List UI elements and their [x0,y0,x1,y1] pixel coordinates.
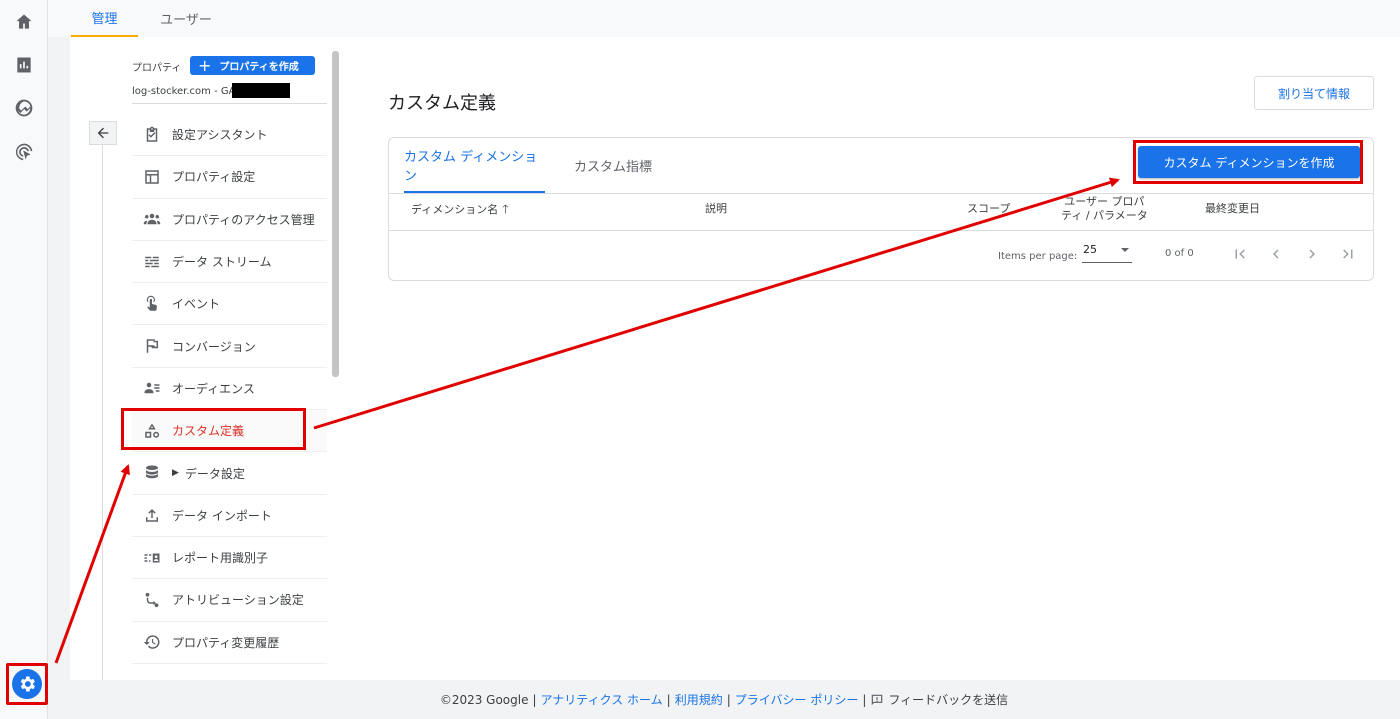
nav-item-events[interactable]: イベント [132,283,327,326]
footer: ©2023 Google | アナリティクス ホーム | 利用規約 | プライバ… [48,680,1400,719]
nav-item-conversions[interactable]: コンバージョン [132,325,327,368]
property-column: プロパティ + プロパティを作成 log-stocker.com - GA4 設… [70,37,340,680]
nav-item-setup-assistant[interactable]: 設定アシスタント [132,114,327,157]
advertising-icon[interactable] [12,140,36,164]
nav-item-data-import[interactable]: データ インポート [132,495,327,537]
attribution-icon [132,591,168,609]
page-range: 0 of 0 [1165,248,1194,259]
tab-custom-dimensions[interactable]: カスタム ディメンション [404,138,545,193]
nav-item-label: データ インポート [172,508,272,523]
property-nav: 設定アシスタント プロパティ設定 プロパティのアクセス管理 データ ストリーム … [132,114,327,664]
annotation-box-create-dimension [1133,140,1363,184]
items-per-page-select[interactable]: 25 [1082,243,1132,263]
explore-icon[interactable] [12,96,36,120]
terms-link[interactable]: 利用規約 [675,691,723,708]
tab-custom-metrics[interactable]: カスタム指標 [574,138,652,193]
analytics-home-link[interactable]: アナリティクス ホーム [541,691,663,708]
column-header-scope: スコープ [967,202,1011,215]
divider [132,103,327,104]
footer-separator: | [862,692,867,707]
next-page-icon[interactable] [1302,244,1322,264]
create-property-label: プロパティを作成 [219,62,299,73]
nav-item-label: 設定アシスタント [172,128,268,143]
property-label: プロパティ [132,63,182,74]
column-header-label: ディメンション名 [411,203,499,216]
feedback-link[interactable]: フィードバックを送信 [888,691,1008,708]
database-icon [132,464,168,482]
top-tab-bar: 管理 ユーザー [48,0,1400,37]
tab-admin[interactable]: 管理 [71,0,138,37]
home-icon[interactable] [12,10,36,34]
page-title: カスタム定義 [388,93,496,114]
divider [389,230,1373,231]
nav-item-audiences[interactable]: オーディエンス [132,368,327,411]
previous-page-icon[interactable] [1266,244,1286,264]
property-name[interactable]: log-stocker.com - GA4 [132,86,242,97]
column-header-line: ティ / パラメータ [1061,209,1148,222]
assignment-info-button[interactable]: 割り当て情報 [1254,76,1374,110]
admin-button[interactable] [12,669,42,699]
copyright: ©2023 Google [439,692,529,707]
column-header-user-property: ユーザー プロパ ティ / パラメータ [1061,195,1148,223]
items-per-page-label: Items per page: [998,251,1078,262]
frame-left [48,37,70,680]
nav-item-attribution-settings[interactable]: アトリビューション設定 [132,579,327,622]
streams-icon [132,253,168,271]
back-button[interactable] [89,121,117,145]
nav-item-label: アトリビューション設定 [172,593,304,608]
nav-item-label: プロパティのアクセス管理 [172,212,315,227]
nav-item-label: データ ストリーム [172,255,272,270]
audience-icon [132,379,168,397]
nav-item-data-settings[interactable]: ▶ データ設定 [132,452,327,495]
first-page-icon[interactable] [1230,244,1250,264]
annotation-box-custom-definitions [121,408,306,450]
nav-item-label: プロパティ変更履歴 [172,635,280,650]
upload-icon [132,506,168,524]
admin-gear-highlight[interactable] [6,663,48,705]
identity-icon [132,549,168,567]
divider [102,129,103,680]
nav-item-label: オーディエンス [172,381,255,396]
feedback-icon[interactable] [870,692,884,707]
flag-icon [132,337,168,355]
gear-icon [20,676,35,692]
column-header-line: ユーザー プロパ [1064,195,1145,208]
checklist-icon [132,126,168,144]
nav-item-change-history[interactable]: プロパティ変更履歴 [132,622,327,664]
footer-separator: | [532,692,537,707]
scrollbar[interactable] [332,51,339,377]
nav-item-property-settings[interactable]: プロパティ設定 [132,156,327,199]
nav-item-label: プロパティ設定 [172,170,256,185]
column-header-dimension-name[interactable]: ディメンション名 🡑 [411,202,508,217]
create-property-button[interactable]: + プロパティを作成 [190,56,315,75]
arrow-back-icon [97,127,109,139]
column-header-description: 説明 [705,202,727,215]
footer-separator: | [666,692,671,707]
privacy-link[interactable]: プライバシー ポリシー [735,691,859,708]
touch-icon [132,295,168,313]
nav-item-label: コンバージョン [172,339,256,354]
nav-item-label: レポート用識別子 [172,551,269,566]
reports-icon[interactable] [12,53,36,77]
plus-icon: + [198,55,212,75]
chevron-down-icon [1121,248,1129,252]
nav-item-reporting-identity[interactable]: レポート用識別子 [132,537,327,580]
tab-user[interactable]: ユーザー [148,0,224,37]
redacted-property-id [232,83,290,98]
caret-right-icon[interactable]: ▶ [172,468,179,478]
divider [389,193,1373,194]
nav-item-label: イベント [172,297,221,312]
nav-item-label: データ設定 [184,466,245,481]
nav-item-data-streams[interactable]: データ ストリーム [132,241,327,284]
column-header-last-modified: 最終変更日 [1205,202,1260,215]
sort-arrow-up-icon: 🡑 [502,202,509,216]
left-rail [0,0,48,719]
last-page-icon[interactable] [1338,244,1358,264]
footer-separator: | [726,692,731,707]
people-icon [132,210,168,228]
history-icon [132,633,168,651]
layout-icon [132,168,168,186]
nav-item-access-management[interactable]: プロパティのアクセス管理 [132,199,327,241]
